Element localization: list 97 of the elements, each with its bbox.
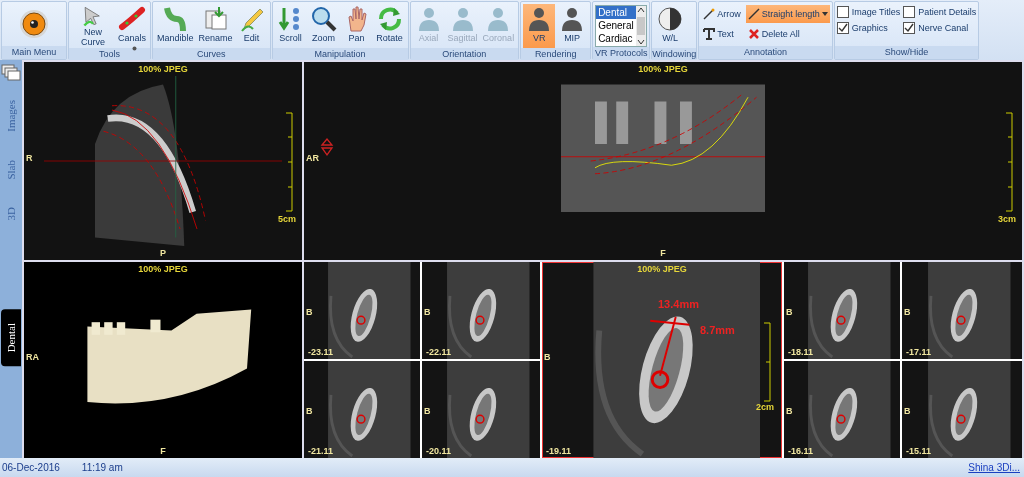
cross-section-panel[interactable]: B -21.11 xyxy=(304,361,420,458)
magnifier-icon xyxy=(309,5,338,33)
group-label: Annotation xyxy=(699,46,832,59)
checkbox-label: Patient Details xyxy=(918,7,977,17)
check-icon xyxy=(837,23,848,33)
toolbar-button[interactable]: Pan xyxy=(340,4,373,48)
toolbar-button[interactable]: Scroll xyxy=(274,4,307,48)
checkbox-box[interactable] xyxy=(836,22,849,34)
caret-down-icon xyxy=(637,39,646,45)
checkbox[interactable]: Nerve Canal xyxy=(903,21,977,35)
checkbox[interactable]: Graphics xyxy=(836,21,901,35)
contrast-icon xyxy=(656,5,685,33)
status-time: 11:19 am xyxy=(81,462,123,473)
cross-section-panel[interactable]: B -23.11 xyxy=(304,262,420,359)
toolbar-button[interactable]: New Curve xyxy=(71,4,115,48)
checkbox-box[interactable] xyxy=(903,6,916,18)
slice-position: -22.11 xyxy=(426,347,452,357)
annotation-button[interactable]: Delete All xyxy=(745,25,830,43)
windows-icon[interactable] xyxy=(1,64,21,82)
scale-label: 3cm xyxy=(998,214,1016,224)
scrollbar[interactable] xyxy=(636,6,647,46)
toolbar-button[interactable]: Edit xyxy=(235,4,268,48)
measurement-label: 13.4mm xyxy=(658,298,699,310)
cross-section-panel[interactable]: B -22.11 xyxy=(422,262,540,359)
orientation-label: P xyxy=(160,248,166,258)
orientation-label: F xyxy=(660,248,666,258)
toolbar-button[interactable]: VR xyxy=(523,4,556,48)
protocol-list[interactable]: Dental General Cardiac xyxy=(595,5,648,47)
slice-position: -21.11 xyxy=(308,446,334,456)
orientation-label: B xyxy=(306,405,313,416)
letter-icon xyxy=(703,28,716,40)
toolbar-button[interactable]: Canals xyxy=(116,4,148,48)
orientation-label: AR xyxy=(306,153,319,164)
slice-position: -16.11 xyxy=(788,446,814,456)
slice-position: -15.11 xyxy=(906,446,932,456)
cross-section-panel[interactable]: B -20.11 xyxy=(422,361,540,458)
slice-position: -17.11 xyxy=(906,347,932,357)
cross-section-panel[interactable]: B -18.11 xyxy=(784,262,900,359)
cross-section-panel[interactable]: B -15.11 xyxy=(902,361,1022,458)
checkbox[interactable]: Patient Details xyxy=(903,5,977,19)
group-label: VR Protocols xyxy=(593,47,650,60)
annotation-button[interactable]: Straight length xyxy=(745,5,830,23)
orientation-label: B xyxy=(424,405,431,416)
cross-section-panel[interactable]: B -16.11 xyxy=(784,361,900,458)
protocol-item[interactable]: Dental xyxy=(596,6,637,19)
slice-position: -19.11 xyxy=(546,446,572,456)
viewport-panel[interactable]: 100% JPEG RA F xyxy=(24,262,302,458)
group-label: Main Menu xyxy=(2,46,66,59)
toolbar-button[interactable]: Rotate xyxy=(373,4,406,48)
orientation-label: B xyxy=(786,306,793,317)
orientation-label: B xyxy=(424,306,431,317)
orientation-label: B xyxy=(786,405,793,416)
cross-section-panel[interactable]: B -17.11 xyxy=(902,262,1022,359)
viewport-title: 100% JPEG xyxy=(637,264,687,274)
checkbox-label: Image Titles xyxy=(851,7,901,17)
checkbox-box[interactable] xyxy=(836,6,849,18)
checkbox-label: Nerve Canal xyxy=(918,23,969,33)
toolbar-button[interactable]: W/L xyxy=(654,4,687,48)
slice-position: -23.11 xyxy=(308,347,334,357)
slice-position: -18.11 xyxy=(788,347,814,357)
product-link[interactable]: Shina 3Di... xyxy=(968,462,1020,473)
checkbox[interactable]: Image Titles xyxy=(836,5,901,19)
checkbox-box[interactable] xyxy=(903,22,916,34)
viewport-panel[interactable]: 100% JPEG R P 5cm xyxy=(24,62,302,260)
toolbar-button[interactable]: Rename xyxy=(196,4,235,48)
orientation-label: B xyxy=(544,352,551,363)
side-tab[interactable]: Dental xyxy=(1,308,21,367)
checkbox-label: Graphics xyxy=(851,23,888,33)
check-icon xyxy=(904,23,915,33)
orientation-label: B xyxy=(904,405,911,416)
toolbar-button[interactable]: Zoom xyxy=(307,4,340,48)
viewport-title: 100% JPEG xyxy=(138,64,188,74)
scale-label: 2cm xyxy=(756,402,774,412)
scale-label: 5cm xyxy=(278,214,296,224)
toolbar-button[interactable]: Mandible xyxy=(155,4,196,48)
orientation-label: B xyxy=(904,306,911,317)
viewport-title: 100% JPEG xyxy=(138,264,188,274)
orientation-label: B xyxy=(306,306,313,317)
wand-icon xyxy=(703,8,716,20)
orientation-label: R xyxy=(26,153,33,164)
protocol-item[interactable]: Cardiac xyxy=(596,32,637,45)
up-down-arrows-icon[interactable] xyxy=(320,137,334,158)
measurement-label: 8.7mm xyxy=(700,324,735,336)
annotation-button[interactable]: Text xyxy=(701,25,743,43)
orientation-label: F xyxy=(160,446,166,456)
viewport-title: 100% JPEG xyxy=(638,64,688,74)
eye-icon xyxy=(19,9,49,39)
toolbar-button[interactable]: MIP xyxy=(556,4,589,48)
orientation-label: RA xyxy=(26,352,39,363)
caret-up-icon xyxy=(637,7,646,13)
group-label: Show/Hide xyxy=(834,46,979,59)
slice-position: -20.11 xyxy=(426,446,452,456)
protocol-item[interactable]: General xyxy=(596,19,637,32)
status-date: 06-Dec-2016 xyxy=(2,462,60,473)
cross-section-panel[interactable]: 100% JPEG 13.4mm 8.7mm 2cm B -19.11 xyxy=(542,262,782,458)
annotation-button[interactable]: Arrow xyxy=(701,5,743,23)
viewport-panel[interactable]: 100% JPEG AR F 3cm xyxy=(304,62,1022,260)
